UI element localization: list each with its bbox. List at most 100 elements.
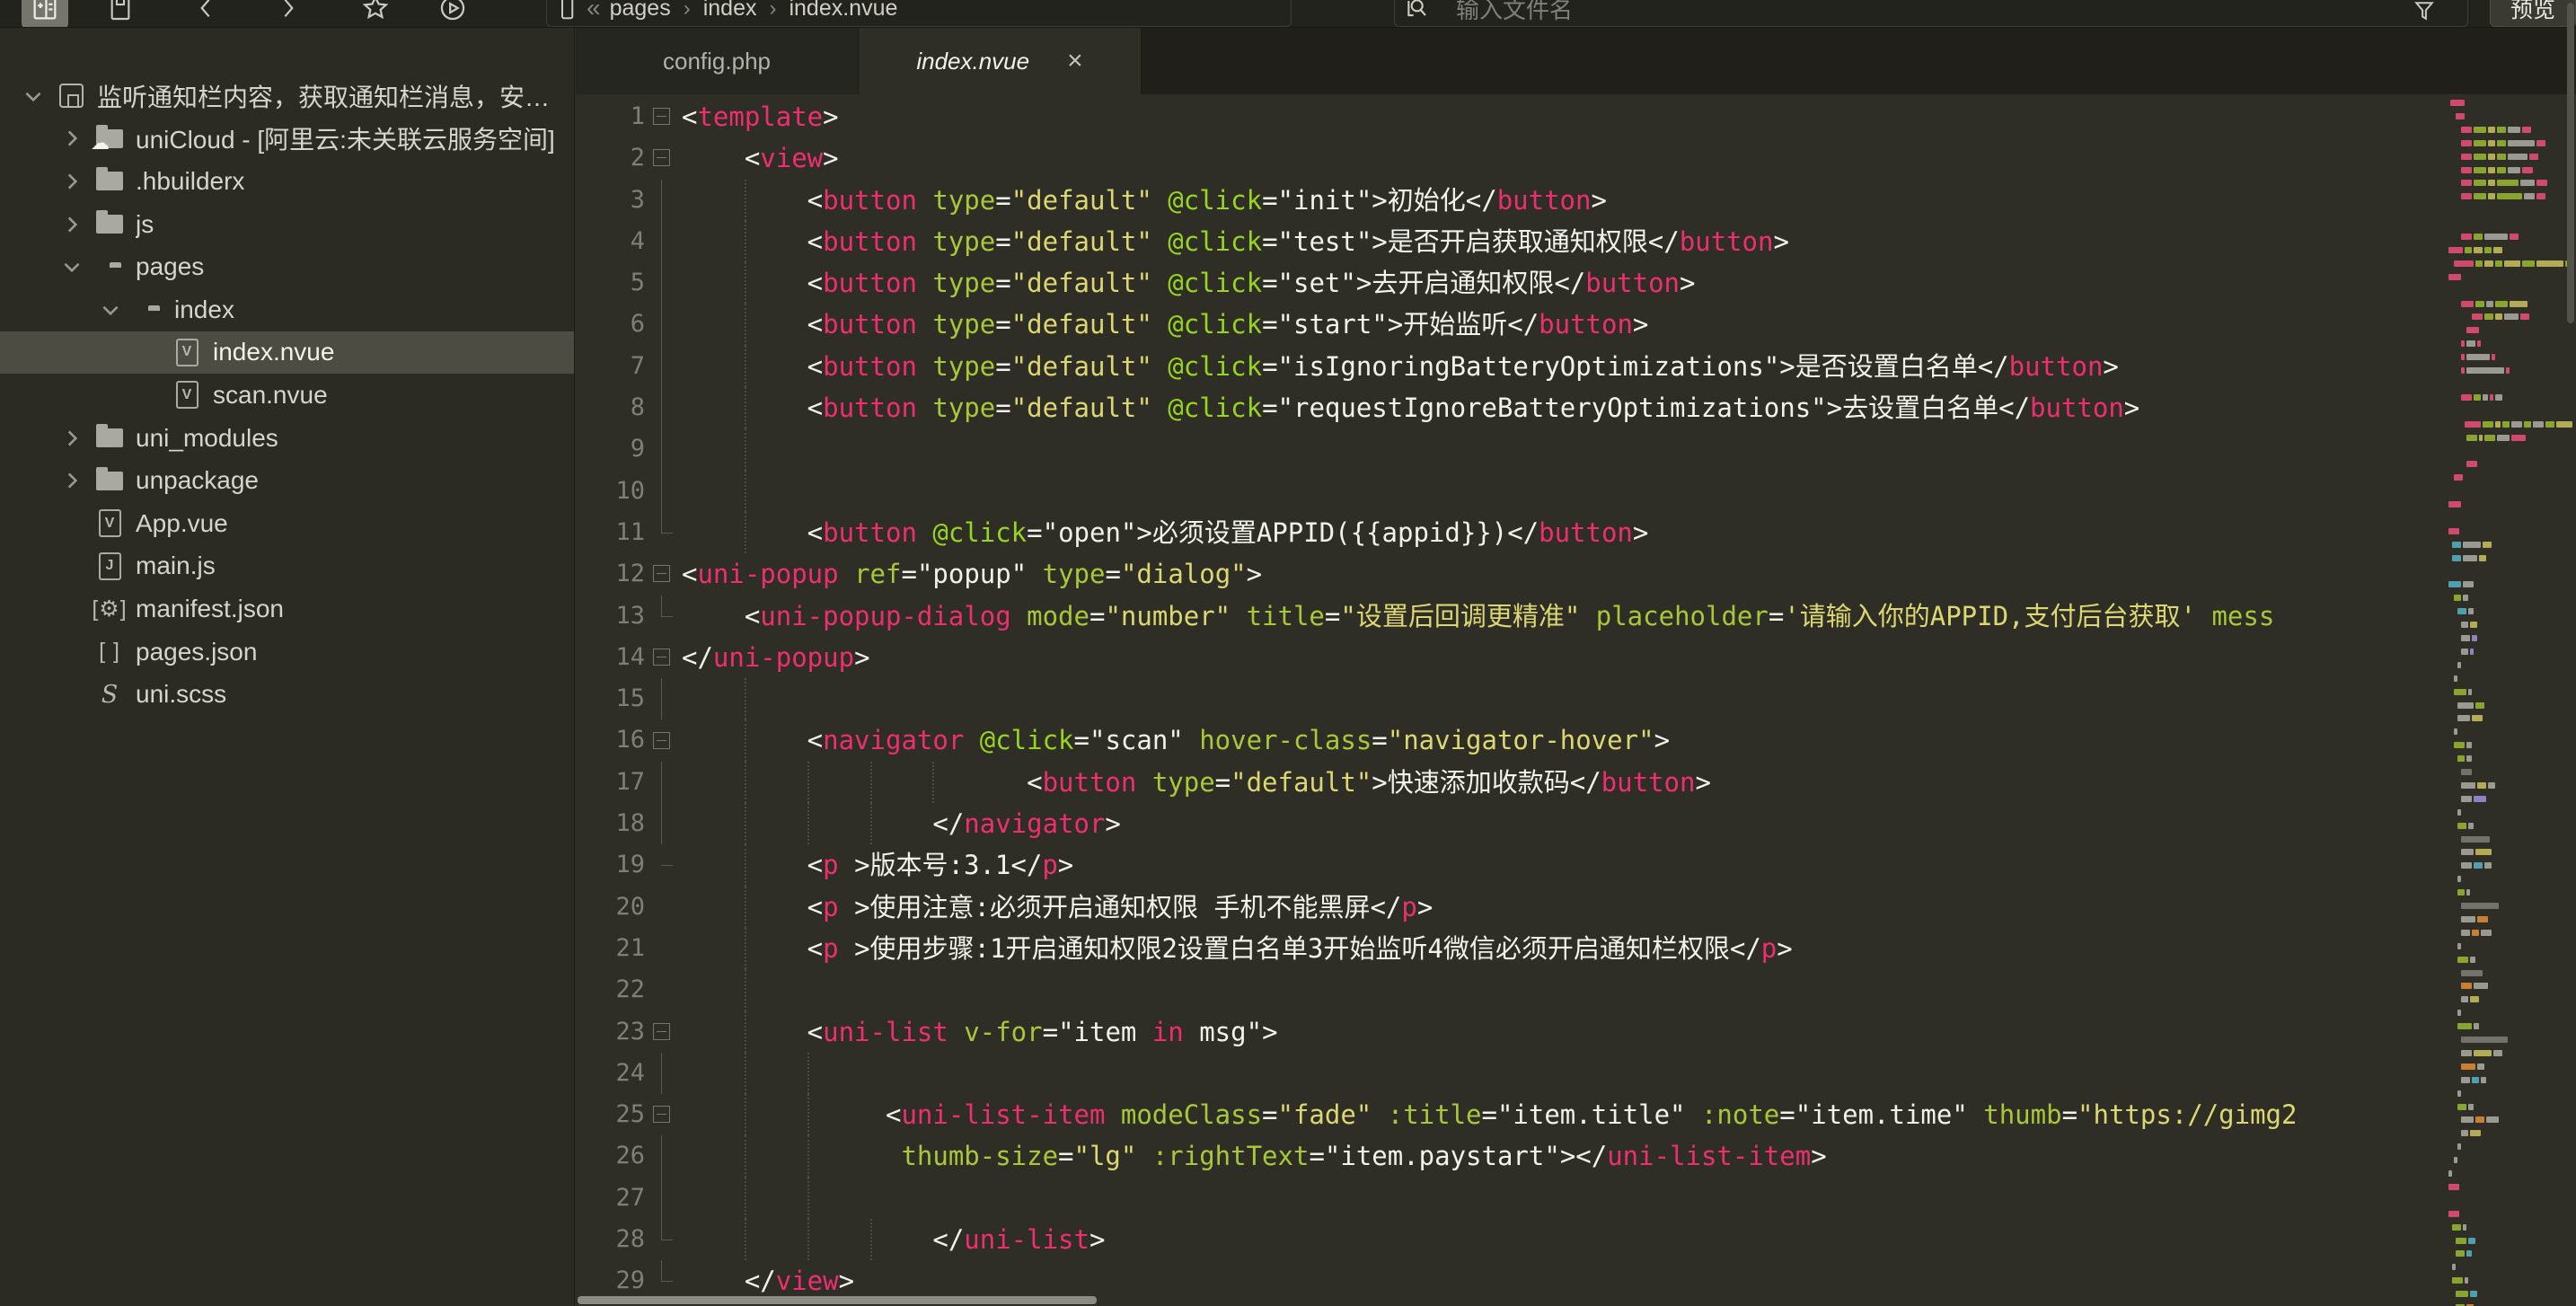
chevron-right-icon[interactable] — [55, 123, 89, 154]
tree-item-scan.nvue[interactable]: Vscan.nvue — [0, 374, 574, 417]
tree-item-label: .hbuilderx — [136, 166, 245, 195]
code-line-18[interactable]: 18 </navigator> — [576, 803, 2576, 845]
fold-guide — [645, 428, 682, 471]
code-editor[interactable]: 1 <template> 2 <view> 3 <button type="default… — [576, 94, 2576, 1306]
code-line-22[interactable]: 22 — [576, 969, 2576, 1011]
minimap-row — [2448, 139, 2567, 146]
tree-item-pages[interactable]: pages — [0, 245, 574, 288]
code-line-21[interactable]: 21 <p >使用步骤:1开启通知权限2设置白名单3开始监听4微信必须开启通知栏权… — [576, 927, 2576, 970]
tab-close-icon[interactable]: × — [1067, 46, 1083, 76]
minimap-row — [2448, 461, 2567, 468]
tree-item-pages.json[interactable]: [ ] pages.json — [0, 631, 574, 674]
horizontal-scrollbar[interactable] — [578, 1296, 1097, 1304]
device-icon[interactable] — [547, 0, 587, 27]
code-line-7[interactable]: 7 <button type="default" @click="isIgnori… — [576, 345, 2576, 388]
code-line-8[interactable]: 8 <button type="default" @click="requestI… — [576, 387, 2576, 429]
fold-toggle-icon[interactable] — [645, 96, 682, 137]
tree-item-unpackage[interactable]: unpackage — [0, 459, 574, 502]
code-line-1[interactable]: 1 <template> — [576, 96, 2576, 137]
code-line-13[interactable]: 13 <uni-popup-dialog mode="number" title=… — [576, 595, 2576, 637]
tree-item-index[interactable]: index — [0, 288, 574, 331]
code-line-15[interactable]: 15 — [576, 678, 2576, 720]
star-icon[interactable] — [352, 0, 399, 27]
code-line-10[interactable]: 10 — [576, 470, 2576, 512]
chevron-right-icon[interactable] — [55, 423, 89, 454]
run-icon[interactable] — [429, 0, 476, 27]
back-icon[interactable] — [183, 0, 230, 27]
breadcrumb-item-index.nvue[interactable]: index.nvue — [789, 0, 897, 21]
fold-toggle-icon[interactable] — [645, 1011, 682, 1053]
tree-item-uniCloud---[interactable]: ☁ uniCloud - [阿里云:未关联云服务空间] — [0, 118, 574, 161]
chevron-right-icon[interactable] — [55, 166, 89, 197]
minimap-row — [2448, 1063, 2567, 1070]
tab-config.php[interactable]: config.php — [576, 28, 859, 94]
fold-toggle-icon[interactable] — [645, 553, 682, 595]
breadcrumb-item-pages[interactable]: pages — [610, 0, 671, 21]
code-text: <button type="default" @click="isIgnorin… — [807, 350, 2119, 382]
code-line-17[interactable]: 17 <button type="default">快速添加收款码</button… — [576, 761, 2576, 804]
indent-guide — [744, 803, 746, 845]
panel-toggle-icon[interactable] — [22, 0, 68, 27]
forward-icon[interactable] — [264, 0, 311, 27]
minimap-row — [2448, 166, 2567, 173]
tree-item-main.js[interactable]: Jmain.js — [0, 545, 574, 588]
minimap-row — [2448, 1264, 2567, 1271]
tab-index.nvue[interactable]: index.nvue × — [859, 28, 1142, 94]
code-text: </uni-popup> — [682, 641, 870, 673]
fold-toggle-icon[interactable] — [645, 719, 682, 761]
chevron-down-icon[interactable] — [16, 81, 50, 111]
fold-toggle-icon[interactable] — [645, 137, 682, 179]
code-line-3[interactable]: 3 <button type="default" @click="init">初始… — [576, 179, 2576, 221]
chevron-right-icon[interactable] — [55, 209, 89, 240]
file-search-box[interactable]: 输入文件名 — [1394, 0, 2468, 27]
tree-item-js[interactable]: js — [0, 203, 574, 246]
code-line-2[interactable]: 2 <view> — [576, 137, 2576, 179]
tree-item-index.nvue[interactable]: Vindex.nvue — [0, 331, 574, 375]
tab-label: config.php — [663, 47, 771, 75]
code-line-12[interactable]: 12 <uni-popup ref="popup" type="dialog"> — [576, 553, 2576, 595]
code-line-4[interactable]: 4 <button type="default" @click="test">是否… — [576, 220, 2576, 263]
code-line-24[interactable]: 24 — [576, 1052, 2576, 1095]
chevron-down-icon[interactable] — [55, 251, 89, 282]
tree-item--...[interactable]: 监听通知栏内容，获取通知栏消息，安卓原... — [0, 75, 574, 118]
collapse-breadcrumb-icon[interactable]: « — [587, 0, 601, 22]
tree-item-uni.scss[interactable]: Suni.scss — [0, 673, 574, 716]
code-line-27[interactable]: 27 — [576, 1177, 2576, 1220]
code-line-19[interactable]: 19 <p >版本号:3.1</p> — [576, 844, 2576, 887]
code-line-11[interactable]: 11 <button @click="open">必须设置APPID({{appi… — [576, 511, 2576, 554]
code-line-20[interactable]: 20 <p >使用注意:必须开启通知权限 手机不能黑屏</p> — [576, 886, 2576, 928]
code-line-26[interactable]: 26 thumb-size="lg" :rightText="item.payst… — [576, 1135, 2576, 1178]
code-line-28[interactable]: 28 </uni-list> — [576, 1219, 2576, 1261]
fold-toggle-icon[interactable] — [645, 1094, 682, 1135]
fold-toggle-icon[interactable] — [645, 637, 682, 678]
code-line-6[interactable]: 6 <button type="default" @click="start">开… — [576, 304, 2576, 346]
minimap-row — [2448, 1183, 2567, 1190]
preview-button[interactable]: 预览 — [2490, 0, 2576, 27]
tree-item-App.vue[interactable]: V App.vue — [0, 502, 574, 545]
tree-item-.hbuilderx[interactable]: .hbuilderx — [0, 160, 574, 203]
code-line-9[interactable]: 9 — [576, 428, 2576, 471]
indent-guide — [744, 428, 746, 471]
chevron-right-icon[interactable] — [55, 465, 89, 496]
save-icon[interactable] — [97, 0, 144, 27]
code-line-23[interactable]: 23 <uni-list v-for="item in msg"> — [576, 1010, 2576, 1053]
tree-item-manifest.json[interactable]: [⚙] manifest.json — [0, 587, 574, 631]
code-line-5[interactable]: 5 <button type="default" @click="set">去开启… — [576, 262, 2576, 304]
breadcrumb-item-index[interactable]: index — [703, 0, 757, 21]
minimap[interactable] — [2445, 94, 2576, 1306]
code-line-16[interactable]: 16 <navigator @click="scan" hover-class="… — [576, 719, 2576, 762]
vertical-scrollbar[interactable] — [2567, 3, 2574, 323]
code-line-14[interactable]: 14 </uni-popup> — [576, 637, 2576, 678]
line-number: 11 — [615, 517, 645, 546]
chevron-down-icon[interactable] — [93, 295, 128, 325]
fold-guide — [645, 595, 682, 637]
tree-item-uni_modules[interactable]: uni_modules — [0, 417, 574, 460]
minimap-row — [2448, 1037, 2567, 1043]
filter-icon[interactable] — [2401, 0, 2448, 27]
code-line-25[interactable]: 25 <uni-list-item modeClass="fade" :title… — [576, 1094, 2576, 1136]
minimap-row — [2448, 287, 2567, 294]
cloud-icon: ☁ — [91, 133, 110, 154]
minimap-row — [2448, 595, 2567, 602]
minimap-row — [2448, 1103, 2567, 1110]
